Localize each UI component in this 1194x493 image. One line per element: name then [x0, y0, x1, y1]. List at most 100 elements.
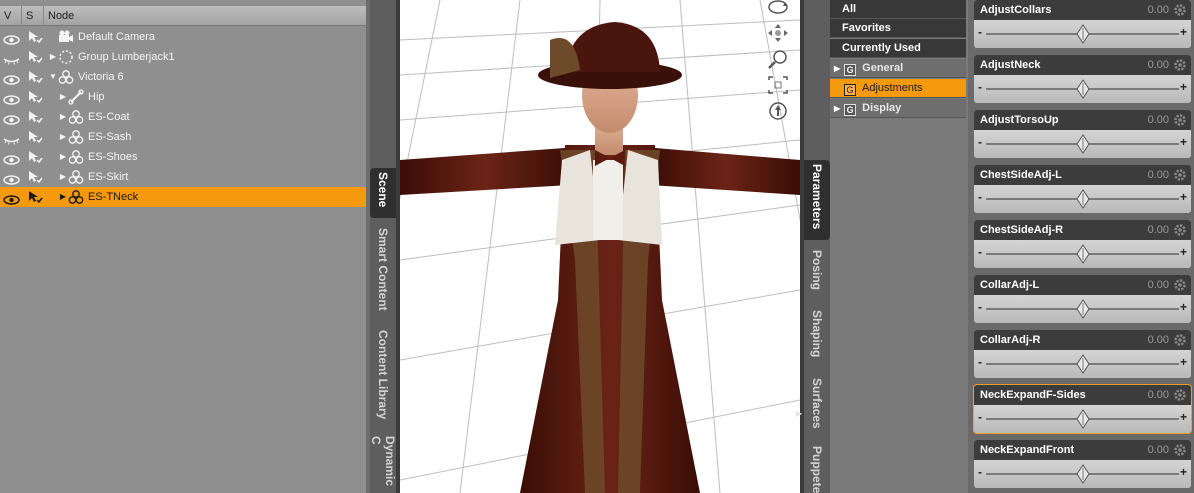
frame-view-icon[interactable]	[766, 74, 790, 96]
increment-button[interactable]: +	[1180, 190, 1187, 204]
tab-posing[interactable]: Posing	[804, 246, 830, 300]
expand-arrow-icon[interactable]: ▶	[58, 167, 68, 187]
column-header-node[interactable]: Node	[44, 6, 366, 26]
increment-button[interactable]: +	[1180, 355, 1187, 369]
gear-icon[interactable]	[1173, 443, 1187, 457]
tab-puppeteer[interactable]: Puppeteer	[804, 442, 830, 493]
scene-node-row[interactable]: ▶ ES-TNeck	[0, 187, 366, 207]
tab-scene[interactable]: Scene	[370, 168, 396, 218]
gear-icon[interactable]	[1173, 3, 1187, 17]
expand-arrow-icon[interactable]: ▶	[834, 104, 840, 113]
scene-node-row[interactable]: ▶ Group Lumberjack1	[0, 47, 366, 67]
slider-knob[interactable]	[1075, 299, 1090, 319]
slider-knob[interactable]	[1075, 244, 1090, 264]
decrement-button[interactable]: -	[978, 190, 982, 204]
rotate-view-icon[interactable]	[766, 0, 790, 18]
gear-icon[interactable]	[1173, 113, 1187, 127]
group-general[interactable]: ▶ G General	[830, 59, 966, 78]
gear-icon[interactable]	[1173, 388, 1187, 402]
tab-parameters[interactable]: Parameters	[804, 160, 830, 240]
parameter-slider-card[interactable]: NeckExpandF-Sides 0.00- +	[974, 385, 1191, 433]
slider-knob[interactable]	[1075, 79, 1090, 99]
slider-knob[interactable]	[1075, 134, 1090, 154]
parameter-slider-card[interactable]: AdjustCollars 0.00- +	[974, 0, 1191, 48]
increment-button[interactable]: +	[1180, 135, 1187, 149]
parameter-slider-card[interactable]: ChestSideAdj-L 0.00- +	[974, 165, 1191, 213]
scene-node-row[interactable]: ▶ ES-Skirt	[0, 167, 366, 187]
eye-open-icon[interactable]	[3, 92, 20, 105]
selectable-cursor-icon[interactable]	[27, 130, 43, 144]
expand-arrow-icon[interactable]: ▶	[834, 64, 840, 73]
selectable-cursor-icon[interactable]	[27, 170, 43, 184]
zoom-view-icon[interactable]	[766, 48, 790, 70]
decrement-button[interactable]: -	[978, 355, 982, 369]
parameter-value[interactable]: 0.00	[1148, 275, 1169, 295]
collapse-right-arrow-icon[interactable]: ▶	[796, 409, 802, 418]
slider-track[interactable]: - +	[974, 460, 1191, 488]
decrement-button[interactable]: -	[978, 465, 982, 479]
scene-node-row[interactable]: ▼ Victoria 6	[0, 67, 366, 87]
slider-track[interactable]: - +	[974, 75, 1191, 103]
expand-arrow-icon[interactable]: ▶	[58, 187, 68, 207]
parameter-slider-card[interactable]: CollarAdj-L 0.00- +	[974, 275, 1191, 323]
slider-track[interactable]: - +	[974, 185, 1191, 213]
tab-shaping[interactable]: Shaping	[804, 306, 830, 368]
selectable-cursor-icon[interactable]	[27, 90, 43, 104]
eye-closed-icon[interactable]	[3, 52, 20, 65]
tab-dynamic-clothing[interactable]: Dynamic C	[370, 432, 396, 493]
tab-surfaces[interactable]: Surfaces	[804, 374, 830, 436]
selectable-cursor-icon[interactable]	[27, 190, 43, 204]
expand-arrow-icon[interactable]: ▶	[58, 147, 68, 167]
tab-content-library[interactable]: Content Library	[370, 326, 396, 430]
gear-icon[interactable]	[1173, 223, 1187, 237]
eye-open-icon[interactable]	[3, 192, 20, 205]
slider-knob[interactable]	[1075, 189, 1090, 209]
selectable-cursor-icon[interactable]	[27, 50, 43, 64]
scene-node-row[interactable]: ▶ ES-Sash	[0, 127, 366, 147]
increment-button[interactable]: +	[1180, 25, 1187, 39]
decrement-button[interactable]: -	[978, 25, 982, 39]
group-display[interactable]: ▶ G Display	[830, 99, 966, 118]
parameter-value[interactable]: 0.00	[1148, 330, 1169, 350]
parameter-value[interactable]: 0.00	[1148, 165, 1169, 185]
increment-button[interactable]: +	[1180, 465, 1187, 479]
decrement-button[interactable]: -	[978, 135, 982, 149]
expand-arrow-icon[interactable]: ▶	[48, 47, 58, 67]
increment-button[interactable]: +	[1180, 300, 1187, 314]
viewport[interactable]	[400, 0, 800, 493]
group-adjustments[interactable]: G Adjustments	[830, 79, 966, 98]
selectable-cursor-icon[interactable]	[27, 110, 43, 124]
decrement-button[interactable]: -	[978, 80, 982, 94]
parameter-value[interactable]: 0.00	[1148, 0, 1169, 20]
parameter-value[interactable]: 0.00	[1148, 110, 1169, 130]
slider-track[interactable]: - +	[974, 350, 1191, 378]
increment-button[interactable]: +	[1180, 80, 1187, 94]
pan-view-icon[interactable]	[766, 22, 790, 44]
selectable-cursor-icon[interactable]	[27, 30, 43, 44]
parameter-slider-card[interactable]: CollarAdj-R 0.00- +	[974, 330, 1191, 378]
gear-icon[interactable]	[1173, 168, 1187, 182]
group-favorites[interactable]: Favorites	[830, 19, 966, 38]
column-header-visible[interactable]: V	[0, 6, 22, 26]
parameter-value[interactable]: 0.00	[1148, 385, 1169, 405]
column-header-selectable[interactable]: S	[22, 6, 44, 26]
slider-knob[interactable]	[1075, 464, 1090, 484]
slider-track[interactable]: - +	[974, 130, 1191, 158]
slider-track[interactable]: - +	[974, 295, 1191, 323]
slider-track[interactable]: - +	[974, 240, 1191, 268]
eye-closed-icon[interactable]	[3, 132, 20, 145]
tab-smart-content[interactable]: Smart Content	[370, 224, 396, 320]
eye-open-icon[interactable]	[3, 112, 20, 125]
scene-node-row[interactable]: ▶ ES-Coat	[0, 107, 366, 127]
scene-node-row[interactable]: ▶ ES-Shoes	[0, 147, 366, 167]
slider-track[interactable]: - +	[974, 20, 1191, 48]
increment-button[interactable]: +	[1180, 245, 1187, 259]
parameter-slider-card[interactable]: AdjustNeck 0.00- +	[974, 55, 1191, 103]
eye-open-icon[interactable]	[3, 72, 20, 85]
expand-arrow-icon[interactable]: ▶	[58, 87, 68, 107]
group-currently-used[interactable]: Currently Used	[830, 39, 966, 58]
selectable-cursor-icon[interactable]	[27, 150, 43, 164]
slider-knob[interactable]	[1075, 24, 1090, 44]
gear-icon[interactable]	[1173, 278, 1187, 292]
eye-open-icon[interactable]	[3, 172, 20, 185]
